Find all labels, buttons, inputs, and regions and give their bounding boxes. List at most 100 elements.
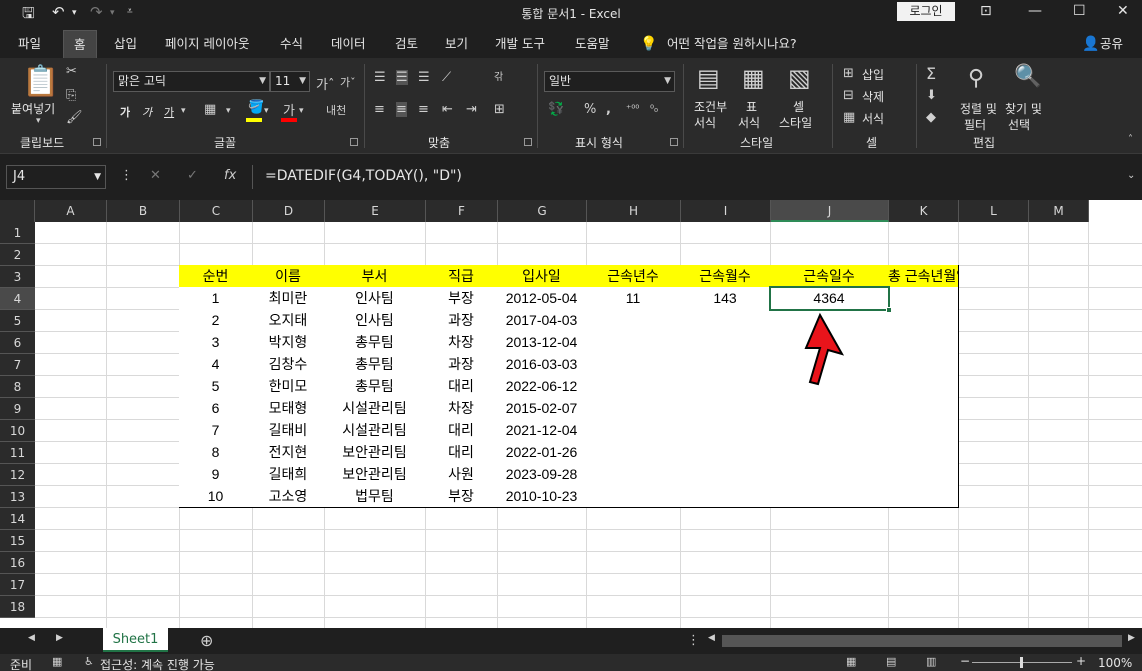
- login-button[interactable]: 로그인: [897, 2, 955, 21]
- decrease-decimal-icon[interactable]: ⁰₀: [650, 104, 658, 115]
- format-table-label2[interactable]: 서식: [738, 114, 760, 131]
- delete-cells-button[interactable]: 삭제: [862, 88, 884, 105]
- confirm-entry-icon[interactable]: ✓: [187, 168, 198, 183]
- row-header-8[interactable]: 8: [0, 376, 35, 398]
- align-right-icon[interactable]: ≡: [418, 102, 429, 117]
- accessibility-icon[interactable]: ♿: [84, 655, 94, 668]
- row-header-10[interactable]: 10: [0, 420, 35, 442]
- page-break-view-icon[interactable]: ▥: [926, 655, 936, 668]
- table-cell[interactable]: 전지현: [252, 441, 325, 464]
- table-cell[interactable]: [680, 463, 771, 486]
- underline-dropdown-icon[interactable]: ▾: [181, 106, 186, 116]
- paste-dropdown-icon[interactable]: ▾: [36, 116, 41, 126]
- table-header-cell[interactable]: 총 근속년월일수: [888, 265, 959, 288]
- table-cell[interactable]: 2: [179, 309, 253, 332]
- table-cell[interactable]: [770, 419, 889, 442]
- table-cell[interactable]: 2017-04-03: [497, 309, 587, 332]
- number-launcher-icon[interactable]: [670, 138, 678, 146]
- tell-me-search[interactable]: 어떤 작업을 원하시나요?: [667, 30, 797, 58]
- table-cell[interactable]: 시설관리팀: [324, 419, 426, 442]
- number-format-combo[interactable]: 일반 ▼: [544, 71, 675, 92]
- tab-home[interactable]: 홈: [63, 30, 97, 58]
- paste-button[interactable]: 붙여넣기: [11, 100, 55, 117]
- column-header-f[interactable]: F: [426, 200, 498, 222]
- table-cell[interactable]: 한미모: [252, 375, 325, 398]
- column-header-c[interactable]: C: [180, 200, 253, 222]
- table-cell[interactable]: 대리: [425, 419, 498, 442]
- row-header-6[interactable]: 6: [0, 332, 35, 354]
- table-cell[interactable]: 인사팀: [324, 309, 426, 332]
- table-cell[interactable]: [680, 441, 771, 464]
- scroll-right-icon[interactable]: ▶: [56, 633, 63, 643]
- table-cell[interactable]: 박지형: [252, 331, 325, 354]
- table-cell[interactable]: [770, 463, 889, 486]
- border-icon[interactable]: ▦: [204, 102, 216, 117]
- font-launcher-icon[interactable]: [350, 138, 358, 146]
- wrap-text-icon[interactable]: 갂: [494, 68, 503, 83]
- phonetic-icon[interactable]: 내천: [326, 102, 346, 118]
- row-header-1[interactable]: 1: [0, 222, 35, 244]
- table-cell[interactable]: [888, 331, 959, 354]
- clipboard-launcher-icon[interactable]: [93, 138, 101, 146]
- table-cell[interactable]: [888, 309, 959, 332]
- table-cell[interactable]: [586, 375, 681, 398]
- row-header-11[interactable]: 11: [0, 442, 35, 464]
- column-header-j[interactable]: J: [771, 200, 889, 222]
- table-cell[interactable]: 사원: [425, 463, 498, 486]
- accounting-format-icon[interactable]: 💱: [548, 102, 564, 117]
- table-cell[interactable]: 8: [179, 441, 253, 464]
- table-cell[interactable]: 2016-03-03: [497, 353, 587, 376]
- table-cell[interactable]: 대리: [425, 441, 498, 464]
- table-cell[interactable]: [586, 441, 681, 464]
- table-cell[interactable]: 4: [179, 353, 253, 376]
- table-header-cell[interactable]: 직급: [425, 265, 498, 288]
- row-header-18[interactable]: 18: [0, 596, 35, 618]
- column-header-a[interactable]: A: [35, 200, 107, 222]
- row-header-3[interactable]: 3: [0, 266, 35, 288]
- table-cell[interactable]: 고소영: [252, 485, 325, 508]
- row-header-12[interactable]: 12: [0, 464, 35, 486]
- increase-decimal-icon[interactable]: ⁺⁰⁰: [626, 104, 639, 115]
- tab-review[interactable]: 검토: [395, 30, 418, 58]
- table-cell[interactable]: [888, 375, 959, 398]
- column-header-k[interactable]: K: [889, 200, 959, 222]
- bold-button[interactable]: 가: [120, 104, 130, 120]
- row-header-7[interactable]: 7: [0, 354, 35, 376]
- table-cell[interactable]: 2013-12-04: [497, 331, 587, 354]
- hscroll-right-icon[interactable]: ▶: [1128, 633, 1135, 643]
- table-cell[interactable]: 2010-10-23: [497, 485, 587, 508]
- table-cell[interactable]: [586, 463, 681, 486]
- table-cell[interactable]: 과장: [425, 353, 498, 376]
- increase-indent-icon[interactable]: ⇥: [466, 102, 477, 117]
- table-cell[interactable]: 최미란: [252, 287, 325, 310]
- row-header-4[interactable]: 4: [0, 288, 35, 310]
- table-cell[interactable]: 2021-12-04: [497, 419, 587, 442]
- table-cell[interactable]: 2022-06-12: [497, 375, 587, 398]
- find-select-icon[interactable]: 🔍: [1014, 64, 1041, 89]
- table-cell[interactable]: [888, 441, 959, 464]
- format-cells-button[interactable]: 서식: [862, 110, 884, 127]
- select-all-corner[interactable]: [0, 200, 35, 222]
- active-cell-selection[interactable]: [769, 286, 892, 313]
- tab-split-handle-icon[interactable]: ⋮: [687, 633, 700, 648]
- table-cell[interactable]: 부장: [425, 287, 498, 310]
- align-top-icon[interactable]: ☰: [374, 70, 386, 85]
- column-header-e[interactable]: E: [325, 200, 426, 222]
- column-header-m[interactable]: M: [1029, 200, 1089, 222]
- minimize-icon[interactable]: —: [1028, 3, 1042, 19]
- tab-data[interactable]: 데이터: [331, 30, 366, 58]
- insert-cells-icon[interactable]: ⊞: [843, 66, 854, 81]
- table-cell[interactable]: 보안관리팀: [324, 463, 426, 486]
- table-cell[interactable]: 길태비: [252, 419, 325, 442]
- sort-filter-icon[interactable]: ⚲: [968, 66, 984, 91]
- row-header-13[interactable]: 13: [0, 486, 35, 508]
- find-select-label1[interactable]: 찾기 및: [1005, 100, 1042, 117]
- normal-view-icon[interactable]: ▦: [846, 655, 856, 668]
- tab-developer[interactable]: 개발 도구: [495, 30, 545, 58]
- table-cell[interactable]: [680, 397, 771, 420]
- table-cell[interactable]: [680, 375, 771, 398]
- find-select-label2[interactable]: 선택: [1008, 116, 1030, 133]
- column-header-h[interactable]: H: [587, 200, 681, 222]
- formula-input[interactable]: =DATEDIF(G4,TODAY(), "D"): [252, 165, 1140, 189]
- column-header-d[interactable]: D: [253, 200, 325, 222]
